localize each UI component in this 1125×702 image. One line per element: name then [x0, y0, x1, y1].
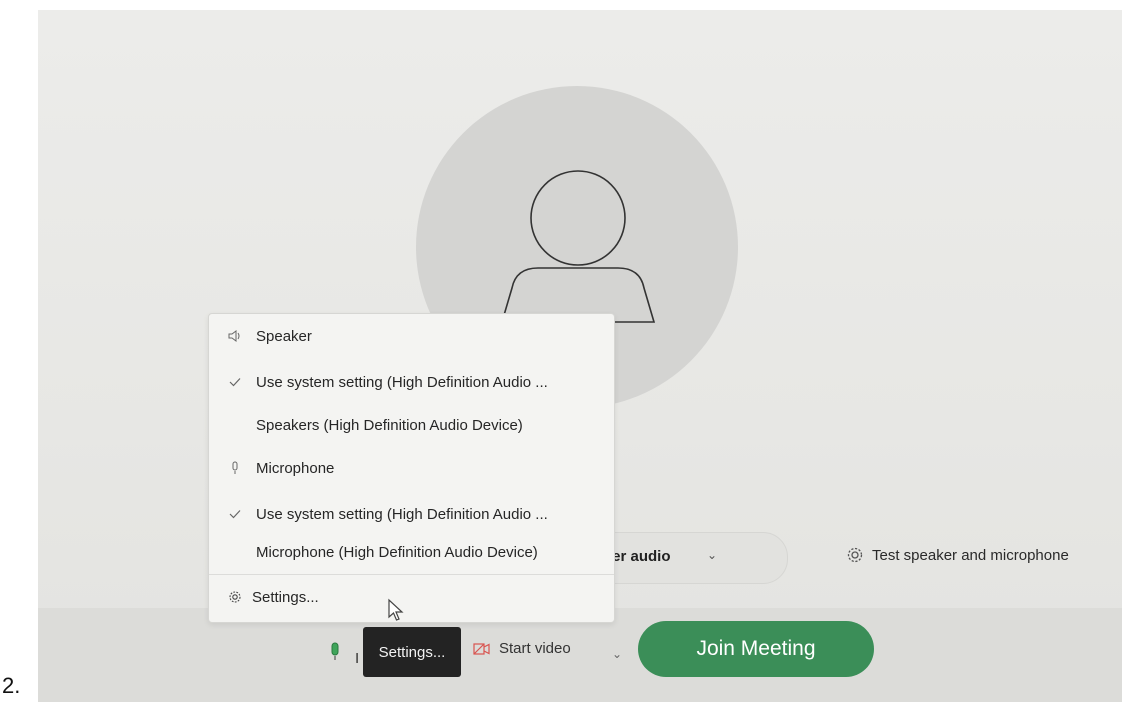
video-off-icon [473, 642, 490, 655]
menu-divider [209, 574, 614, 575]
menu-item-microphone-device[interactable]: Microphone (High Definition Audio Device… [209, 537, 614, 567]
start-video-label: Start video [499, 640, 571, 657]
menu-item-speaker-device[interactable]: Speakers (High Definition Audio Device) [209, 410, 614, 440]
menu-item-label: Speakers (High Definition Audio Device) [256, 416, 523, 434]
menu-header-speaker: Speaker [209, 321, 614, 351]
menu-item-speaker-system-setting[interactable]: Use system setting (High Definition Audi… [209, 367, 614, 397]
menu-item-settings-label: Settings... [252, 588, 319, 606]
speaker-icon [227, 328, 243, 344]
menu-header-microphone: Microphone [209, 453, 614, 483]
menu-item-label: Use system setting (High Definition Audi… [256, 373, 548, 391]
mute-button-label: I [355, 650, 360, 667]
check-icon [227, 374, 243, 390]
menu-header-speaker-label: Speaker [256, 327, 312, 345]
start-video-button[interactable]: Start video [473, 640, 571, 657]
settings-tooltip: Settings... [363, 627, 461, 677]
step-number: 2. [2, 673, 21, 698]
microphone-icon [227, 460, 243, 476]
join-meeting-button[interactable]: Join Meeting [638, 621, 874, 677]
menu-item-settings[interactable]: Settings... [209, 582, 614, 612]
gear-icon [847, 547, 863, 563]
menu-item-label: Microphone (High Definition Audio Device… [256, 543, 538, 561]
menu-header-microphone-label: Microphone [256, 459, 335, 477]
menu-item-label: Use system setting (High Definition Audi… [256, 505, 548, 523]
meeting-preview-screen: uter audio ⌄ Test speaker and microphone… [38, 10, 1122, 702]
page: 2. uter audio ⌄ Test speaker and microph… [0, 0, 1125, 702]
test-speaker-label: Test speaker and microphone [872, 546, 1069, 564]
microphone-icon[interactable] [327, 641, 343, 663]
chevron-down-icon: ⌄ [707, 548, 718, 562]
mouse-cursor-icon [388, 598, 404, 621]
audio-settings-dropdown: Speaker Use system setting (High Definit… [208, 313, 615, 623]
test-speaker-microphone-link[interactable]: Test speaker and microphone [846, 546, 1069, 564]
menu-item-microphone-system-setting[interactable]: Use system setting (High Definition Audi… [209, 499, 614, 529]
chevron-down-icon[interactable]: ⌄ [612, 647, 622, 661]
gear-icon [227, 589, 243, 605]
check-icon [227, 506, 243, 522]
